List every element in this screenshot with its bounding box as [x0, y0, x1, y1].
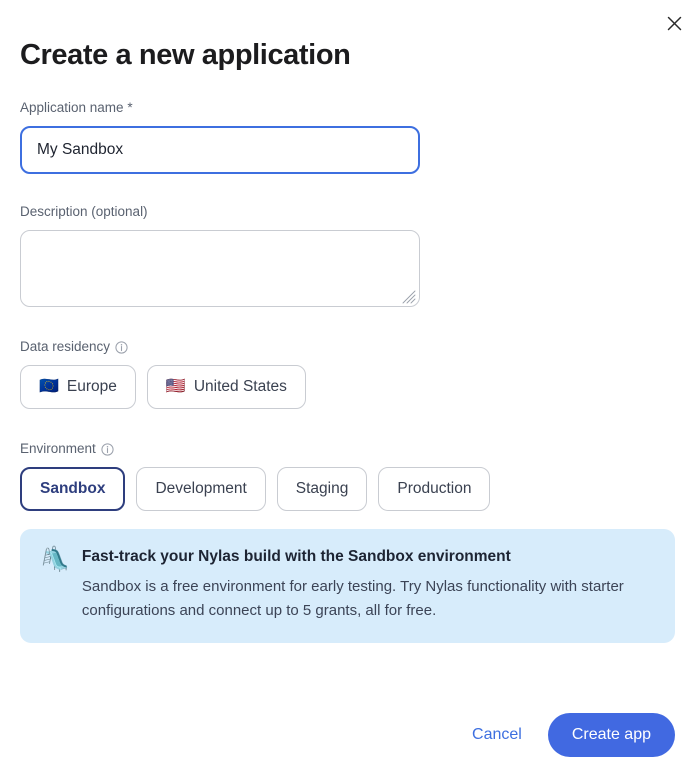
- residency-option-united-states[interactable]: 🇺🇸 United States: [146, 365, 306, 409]
- field-environment: Environment Sandbox Development Staging …: [20, 409, 675, 511]
- info-icon-environment[interactable]: [101, 442, 114, 456]
- residency-option-united-states-label: United States: [193, 378, 287, 395]
- environment-option-development-label: Development: [155, 480, 247, 497]
- environment-option-staging[interactable]: Staging: [276, 467, 368, 511]
- data-residency-label-text: Data residency: [20, 339, 111, 354]
- environment-option-development[interactable]: Development: [136, 467, 266, 511]
- create-application-dialog: Create a new application Application nam…: [0, 0, 695, 771]
- close-icon: [667, 16, 682, 31]
- description-label: Description (optional): [20, 203, 675, 221]
- banner-body: Sandbox is a free environment for early …: [81, 578, 624, 619]
- environment-option-production[interactable]: Production: [378, 467, 491, 511]
- field-application-name: Application name *: [20, 72, 675, 174]
- field-description: Description (optional): [20, 174, 675, 307]
- residency-option-europe[interactable]: 🇪🇺 Europe: [20, 365, 136, 409]
- data-residency-label: Data residency: [20, 338, 675, 356]
- cancel-button[interactable]: Cancel: [464, 716, 530, 754]
- application-name-label: Application name *: [20, 99, 675, 117]
- eu-flag-icon: 🇪🇺: [39, 378, 59, 395]
- residency-option-europe-label: Europe: [66, 378, 117, 395]
- form-body: Application name * Description (optional…: [0, 72, 695, 511]
- environment-option-sandbox[interactable]: Sandbox: [20, 467, 126, 511]
- data-residency-options: 🇪🇺 Europe 🇺🇸 United States: [20, 365, 675, 409]
- environment-option-production-label: Production: [397, 480, 472, 497]
- environment-options: Sandbox Development Staging Production: [20, 467, 675, 511]
- banner-spacer: [0, 511, 695, 529]
- description-textarea-wrap: [20, 230, 420, 307]
- description-label-text: Description (optional): [20, 204, 148, 219]
- us-flag-icon: 🇺🇸: [165, 378, 186, 395]
- application-name-input[interactable]: [20, 126, 420, 174]
- banner-text: Fast-track your Nylas build with the San…: [82, 547, 655, 623]
- environment-label: Environment: [20, 440, 675, 458]
- create-app-button[interactable]: Create app: [547, 713, 675, 757]
- page-title: Create a new application: [20, 39, 351, 71]
- environment-option-sandbox-label: Sandbox: [40, 480, 106, 497]
- dialog-footer: Cancel Create app: [0, 713, 695, 757]
- environment-option-staging-label: Staging: [295, 480, 349, 497]
- application-name-label-text: Application name *: [20, 100, 133, 115]
- banner-title: Fast-track your Nylas build with the San…: [81, 548, 511, 565]
- close-button[interactable]: [661, 10, 687, 36]
- sandbox-info-banner: 🛝 Fast-track your Nylas build with the S…: [20, 529, 675, 643]
- description-textarea[interactable]: [20, 230, 420, 307]
- slide-icon: 🛝: [40, 546, 70, 573]
- info-icon-data-residency[interactable]: [115, 340, 128, 354]
- environment-label-text: Environment: [20, 441, 96, 456]
- field-data-residency: Data residency 🇪🇺 Europe 🇺🇸 United State…: [20, 307, 675, 409]
